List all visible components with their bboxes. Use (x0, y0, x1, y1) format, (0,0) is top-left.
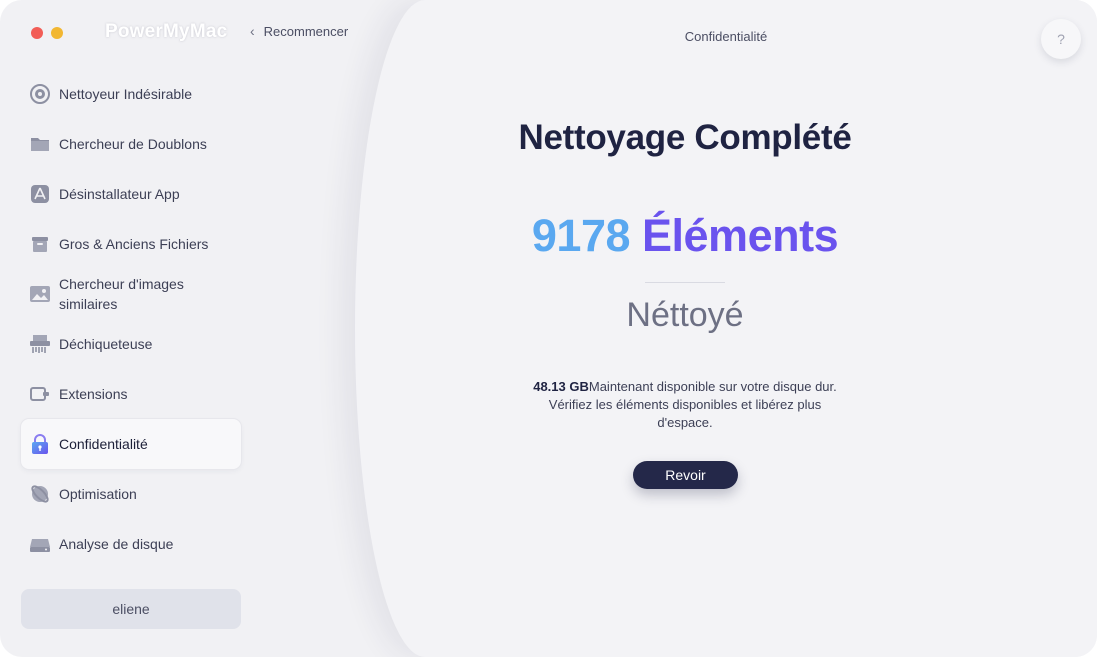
sidebar-item-label: Extensions (59, 386, 128, 402)
image-icon (29, 283, 51, 305)
junk-cleaner-icon (29, 83, 51, 105)
window-controls (31, 27, 63, 39)
optimization-icon (29, 483, 51, 505)
shredder-icon (29, 333, 51, 355)
review-button[interactable]: Revoir (633, 461, 738, 489)
restart-label: Recommencer (263, 23, 349, 39)
cleaned-count-unit: Éléments (642, 210, 839, 261)
sidebar-item-label: Optimisation (59, 486, 137, 502)
help-button[interactable]: ? (1041, 19, 1081, 59)
review-button-label: Revoir (665, 467, 706, 483)
lock-icon (29, 433, 51, 455)
sidebar-item-privacy[interactable]: Confidentialité (21, 419, 241, 469)
freed-size: 48.13 GB (533, 379, 589, 394)
sidebar-item-extensions[interactable]: Extensions (21, 369, 241, 419)
user-name: eliene (112, 601, 150, 617)
sidebar-item-duplicate-finder[interactable]: Chercheur de Doublons (21, 119, 241, 169)
box-icon (29, 233, 51, 255)
page-title: Confidentialité (684, 29, 768, 44)
sidebar-item-label: Confidentialité (59, 436, 148, 452)
sidebar-item-shredder[interactable]: Déchiqueteuse (21, 319, 241, 369)
result-description: 48.13 GBMaintenant disponible sur votre … (520, 378, 850, 432)
extensions-icon (29, 383, 51, 405)
sidebar-item-label: Analyse de disque (59, 536, 174, 552)
app-name: PowerMyMac (105, 21, 228, 42)
sidebar-item-label: Déchiqueteuse (59, 336, 153, 352)
sidebar-item-junk-cleaner[interactable]: Nettoyeur Indésirable (21, 69, 241, 119)
disk-icon (29, 533, 51, 555)
chevron-left-icon: ‹ (250, 23, 255, 39)
result-headline: Nettoyage Complété (518, 118, 852, 157)
folder-icon (29, 133, 51, 155)
cleaned-label: Néttoyé (626, 296, 744, 334)
sidebar-item-optimization[interactable]: Optimisation (21, 469, 241, 519)
sidebar-item-label: Désinstallateur App (59, 186, 180, 202)
sidebar-item-disk-analyzer[interactable]: Analyse de disque (21, 519, 241, 569)
sidebar-item-label: Gros & Anciens Fichiers (59, 236, 209, 252)
sidebar-item-label: Chercheur de Doublons (59, 136, 207, 152)
close-window-button[interactable] (31, 27, 43, 39)
result-description-text: Maintenant disponible sur votre disque d… (548, 379, 837, 430)
help-label: ? (1057, 31, 1065, 47)
cleaned-count: 9178 Éléments (355, 210, 1015, 262)
user-account-button[interactable]: eliene (21, 589, 241, 629)
cleaned-count-number: 9178 (531, 210, 631, 261)
sidebar-item-similar-images[interactable]: Chercheur d'images similaires (21, 269, 241, 319)
sidebar: Nettoyeur Indésirable Chercheur de Doubl… (21, 69, 241, 569)
sidebar-item-app-uninstaller[interactable]: Désinstallateur App (21, 169, 241, 219)
sidebar-item-label: Chercheur d'images similaires (59, 276, 184, 312)
app-window: PowerMyMac ‹ Recommencer Confidentialité… (0, 0, 1097, 657)
sidebar-item-label: Nettoyeur Indésirable (59, 86, 193, 102)
divider (645, 282, 725, 283)
app-uninstaller-icon (29, 183, 51, 205)
sidebar-item-large-old-files[interactable]: Gros & Anciens Fichiers (21, 219, 241, 269)
restart-button[interactable]: ‹ Recommencer (250, 23, 348, 39)
minimize-window-button[interactable] (51, 27, 63, 39)
